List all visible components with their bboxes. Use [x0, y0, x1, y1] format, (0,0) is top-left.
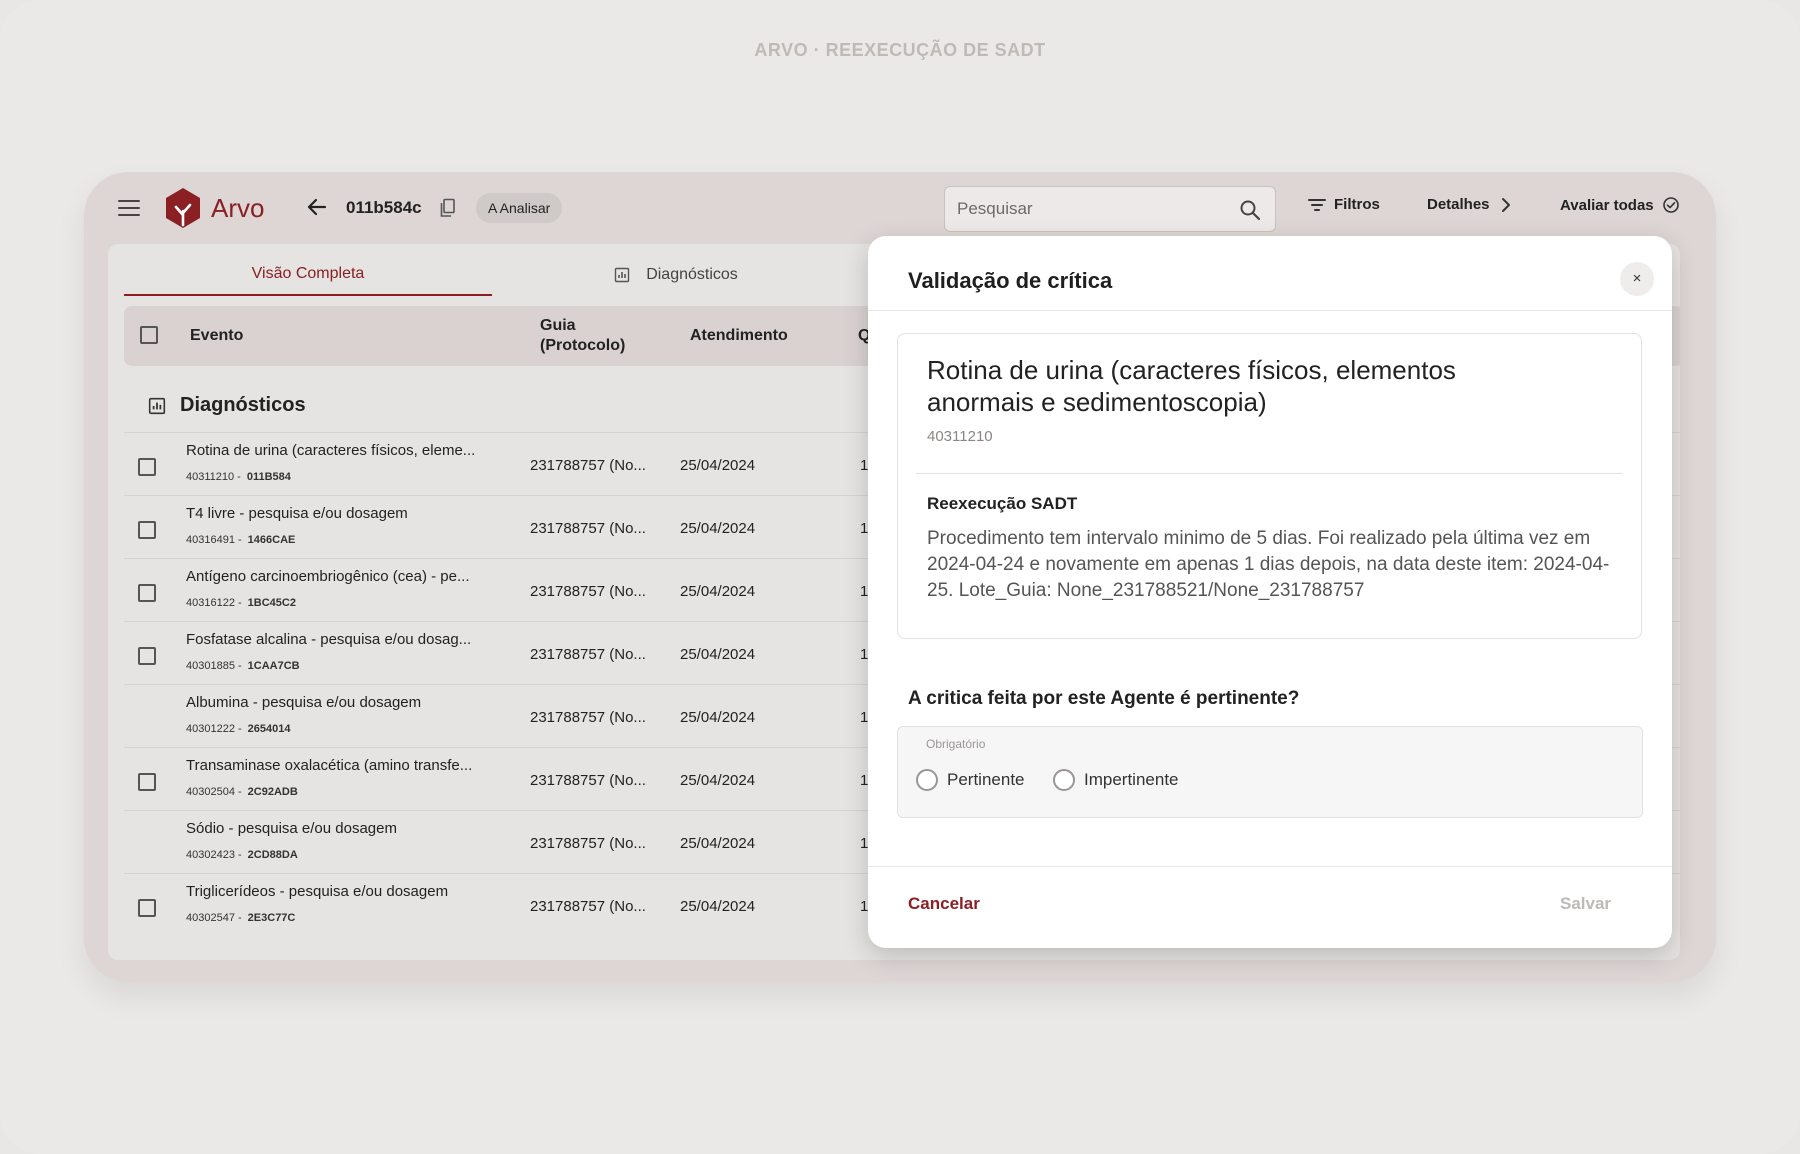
- guia-cell: 231788757 (No...: [530, 772, 646, 789]
- divider: [916, 473, 1623, 474]
- pertinence-question: A critica feita por este Agente é pertin…: [908, 688, 1300, 709]
- section-header-diagnosticos: Diagnósticos: [148, 394, 306, 417]
- tab-label: Diagnósticos: [646, 266, 738, 283]
- event-code: 40302547 -2E3C77C: [186, 912, 296, 924]
- event-name: Fosfatase alcalina - pesquisa e/ou dosag…: [186, 631, 472, 648]
- date-cell: 25/04/2024: [680, 709, 756, 726]
- event-code: 40316122 -1BC45C2: [186, 597, 296, 609]
- divider: [868, 866, 1672, 867]
- date-cell: 25/04/2024: [680, 835, 756, 852]
- validation-dialog: Validação de crítica × Rotina de urina (…: [868, 236, 1672, 948]
- date-cell: 25/04/2024: [680, 457, 756, 474]
- event-name: Transaminase oxalacética (amino transfe.…: [186, 757, 473, 774]
- evaluate-all-label: Avaliar todas: [1560, 196, 1654, 214]
- guia-cell: 231788757 (No...: [530, 583, 646, 600]
- page-caption: ARVO · REEXECUÇÃO DE SADT: [754, 40, 1046, 60]
- chart-icon: [614, 267, 630, 283]
- select-all-checkbox[interactable]: [140, 326, 158, 344]
- cancel-button[interactable]: Cancelar: [908, 894, 980, 914]
- date-cell: 25/04/2024: [680, 583, 756, 600]
- radio-circle-icon: [916, 769, 938, 791]
- tab-visao-completa[interactable]: Visão Completa: [124, 254, 492, 296]
- column-header-evento: Evento: [190, 327, 244, 344]
- radio-impertinente[interactable]: Impertinente: [1053, 769, 1179, 791]
- row-checkbox[interactable]: [138, 584, 156, 602]
- row-checkbox[interactable]: [138, 458, 156, 476]
- radio-circle-icon: [1053, 769, 1075, 791]
- pertinence-radio-group: Obrigatório Pertinente Impertinente: [897, 726, 1643, 818]
- event-code: 40302423 -2CD88DA: [186, 849, 298, 861]
- tab-label: Visão Completa: [251, 265, 365, 282]
- hamburger-menu-icon[interactable]: [118, 200, 140, 216]
- date-cell: 25/04/2024: [680, 898, 756, 915]
- filters-button[interactable]: Filtros: [1308, 196, 1380, 213]
- search-box: [944, 186, 1276, 232]
- check-circle-icon: [1662, 197, 1679, 213]
- divider: [868, 310, 1672, 311]
- event-code: 40301222 -2654014: [186, 723, 291, 735]
- filter-icon: [1308, 198, 1326, 211]
- row-checkbox[interactable]: [138, 899, 156, 917]
- event-code: 40301885 -1CAA7CB: [186, 660, 300, 672]
- date-cell: 25/04/2024: [680, 646, 756, 663]
- chart-icon: [148, 397, 166, 414]
- dialog-title: Validação de crítica: [908, 268, 1113, 293]
- date-cell: 25/04/2024: [680, 772, 756, 789]
- row-checkbox[interactable]: [138, 647, 156, 665]
- document-id: 011b584c: [346, 198, 422, 217]
- search-icon[interactable]: [1239, 199, 1261, 221]
- rule-title: Reexecução SADT: [927, 494, 1078, 513]
- arvo-logo-icon: [166, 188, 200, 228]
- app-name: Arvo: [211, 192, 265, 223]
- procedure-code: 40311210: [927, 428, 993, 445]
- event-code: 40302504 -2C92ADB: [186, 786, 298, 798]
- event-code: 40316491 -1466CAE: [186, 534, 296, 546]
- row-checkbox[interactable]: [138, 521, 156, 539]
- date-cell: 25/04/2024: [680, 520, 756, 537]
- radio-label: Impertinente: [1084, 770, 1179, 789]
- radio-label: Pertinente: [947, 770, 1025, 789]
- details-label: Detalhes: [1427, 196, 1490, 213]
- required-label: Obrigatório: [926, 737, 986, 751]
- top-bar: Arvo 011b584c A Analisar Pesquisar Filtr…: [84, 172, 1716, 244]
- critique-info-box: Rotina de urina (caracteres físicos, ele…: [897, 333, 1642, 639]
- event-name: Antígeno carcinoembriogênico (cea) - pe.…: [186, 568, 470, 585]
- guia-cell: 231788757 (No...: [530, 646, 646, 663]
- tab-diagnosticos[interactable]: Diagnósticos: [492, 254, 860, 296]
- screen-background: ARVO · REEXECUÇÃO DE SADT Arvo 011b584c …: [0, 0, 1800, 1154]
- guia-cell: 231788757 (No...: [530, 898, 646, 915]
- event-code: 40311210 -011B584: [186, 471, 291, 483]
- guia-cell: 231788757 (No...: [530, 709, 646, 726]
- details-button[interactable]: Detalhes: [1427, 196, 1512, 213]
- back-arrow-icon[interactable]: [306, 196, 328, 218]
- procedure-title: Rotina de urina (caracteres físicos, ele…: [927, 355, 1456, 417]
- event-name: Sódio - pesquisa e/ou dosagem: [186, 820, 397, 837]
- evaluate-all-button[interactable]: Avaliar todas: [1560, 196, 1680, 214]
- chevron-right-icon: [1501, 197, 1510, 212]
- row-checkbox[interactable]: [138, 773, 156, 791]
- status-badge: A Analisar: [476, 193, 563, 223]
- section-title: Diagnósticos: [180, 394, 306, 416]
- event-name: T4 livre - pesquisa e/ou dosagem: [186, 505, 408, 522]
- guia-cell: 231788757 (No...: [530, 835, 646, 852]
- column-header-atendimento: Atendimento: [690, 327, 788, 344]
- app-logo: Arvo: [164, 187, 264, 229]
- column-header-guia: Guia (Protocolo): [540, 317, 626, 354]
- save-button[interactable]: Salvar: [1560, 894, 1611, 914]
- filters-label: Filtros: [1334, 196, 1380, 213]
- event-name: Triglicerídeos - pesquisa e/ou dosagem: [186, 883, 449, 900]
- event-name: Albumina - pesquisa e/ou dosagem: [186, 694, 422, 711]
- radio-pertinente[interactable]: Pertinente: [916, 769, 1025, 791]
- close-button[interactable]: ×: [1620, 262, 1654, 296]
- guia-cell: 231788757 (No...: [530, 520, 646, 537]
- event-name: Rotina de urina (caracteres físicos, ele…: [186, 442, 476, 459]
- search-input[interactable]: [957, 187, 1227, 231]
- rule-description: Procedimento tem intervalo minimo de 5 d…: [927, 528, 1610, 601]
- guia-cell: 231788757 (No...: [530, 457, 646, 474]
- copy-icon[interactable]: [439, 198, 457, 218]
